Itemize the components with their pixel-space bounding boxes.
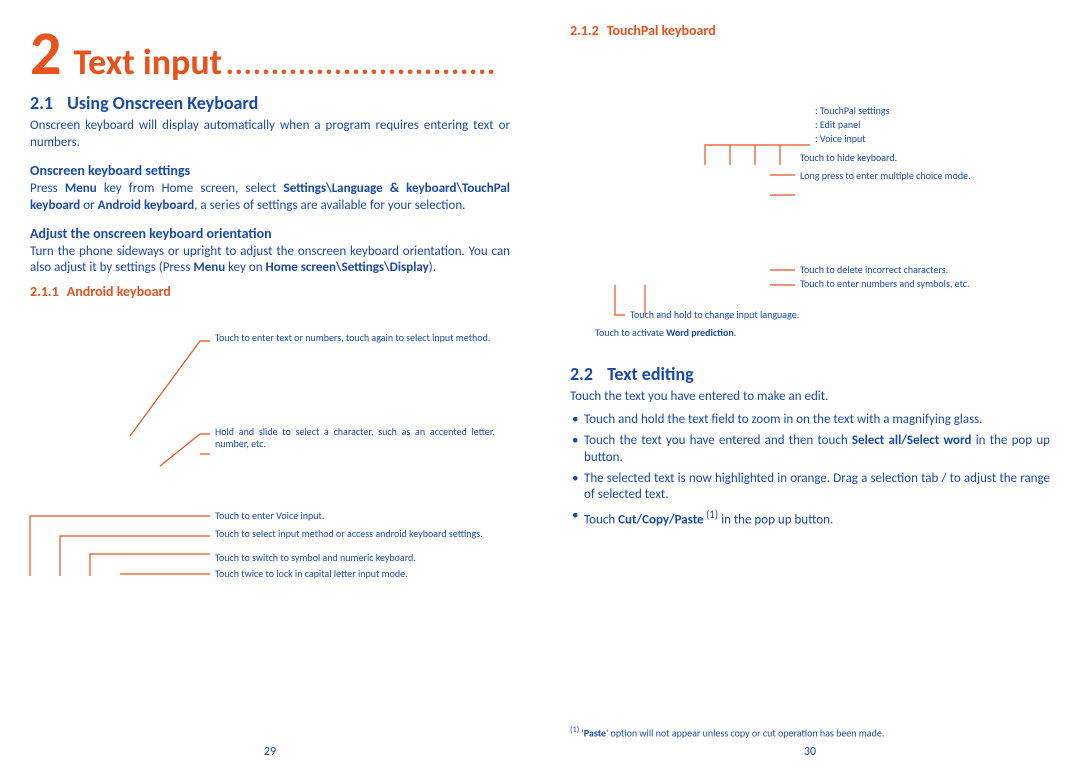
subhead-settings-body: Press Menu key from Home screen, select … xyxy=(30,181,510,215)
ann-delete: Touch to delete incorrect characters. xyxy=(800,264,1050,276)
ann-hold-slide: Hold and slide to select a character, su… xyxy=(215,426,495,450)
ann-touchpal-settings: : TouchPal settings xyxy=(815,105,890,117)
touchpal-annotations: : TouchPal settings : Edit panel : Voice… xyxy=(570,45,1050,355)
section-2-1-2: 2.1.2TouchPal keyboard xyxy=(570,22,1050,39)
ann-voice-input: : Voice input xyxy=(815,133,866,145)
bullet-3: The selected text is now highlighted in … xyxy=(570,471,1050,505)
ann-word-pred: Touch to activate Word prediction. xyxy=(595,327,895,339)
chapter-number: 2 xyxy=(30,22,61,84)
section-2-1-1: 2.1.1Android keyboard xyxy=(30,283,510,300)
text-editing-bullets: Touch and hold the text field to zoom in… xyxy=(570,412,1050,530)
ann-long-press: Long press to enter multiple choice mode… xyxy=(800,170,1020,182)
section-2-1: 2.1Using Onscreen Keyboard xyxy=(30,92,510,114)
subhead-orientation: Adjust the onscreen keyboard orientation xyxy=(30,225,510,242)
ann-caps-lock: Touch twice to lock in capital letter in… xyxy=(215,568,515,580)
page-left: 2 Text input ...........................… xyxy=(0,0,540,767)
ann-edit-panel: : Edit panel xyxy=(815,119,860,131)
chapter-header: 2 Text input ...........................… xyxy=(30,22,510,84)
subhead-settings: Onscreen keyboard settings xyxy=(30,162,510,179)
ann-change-lang: Touch and hold to change input language. xyxy=(630,309,890,321)
section-2-2-intro: Touch the text you have entered to make … xyxy=(570,389,1050,406)
page-number-right: 30 xyxy=(804,745,816,759)
chapter-title: Text input xyxy=(73,40,222,84)
bullet-1: Touch and hold the text field to zoom in… xyxy=(570,412,1050,429)
section-2-1-body: Onscreen keyboard will display automatic… xyxy=(30,118,510,152)
ann-enter-text: Touch to enter text or numbers, touch ag… xyxy=(215,332,495,344)
page-number-left: 29 xyxy=(264,745,276,759)
ann-symbol: Touch to switch to symbol and numeric ke… xyxy=(215,552,515,564)
page-right: 2.1.2TouchPal keyboard : TouchPal xyxy=(540,0,1080,767)
ann-voice: Touch to enter Voice input. xyxy=(215,510,515,522)
subhead-orientation-body: Turn the phone sideways or upright to ad… xyxy=(30,244,510,278)
android-keyboard-annotations: Touch to enter text or numbers, touch ag… xyxy=(30,306,510,586)
bullet-2: Touch the text you have entered and then… xyxy=(570,433,1050,467)
bullet-4: Touch Cut/Copy/Paste (1) in the pop up b… xyxy=(570,508,1050,529)
ann-select-method: Touch to select input method or access a… xyxy=(215,528,515,540)
chapter-dots: .............................. xyxy=(226,46,496,83)
ann-numbers: Touch to enter numbers and symbols, etc. xyxy=(800,278,1050,290)
section-2-2: 2.2Text editing xyxy=(570,363,1050,385)
footnote: (1) 'Paste' option will not appear unles… xyxy=(570,725,1050,739)
ann-hide-keyboard: Touch to hide keyboard. xyxy=(800,152,897,164)
